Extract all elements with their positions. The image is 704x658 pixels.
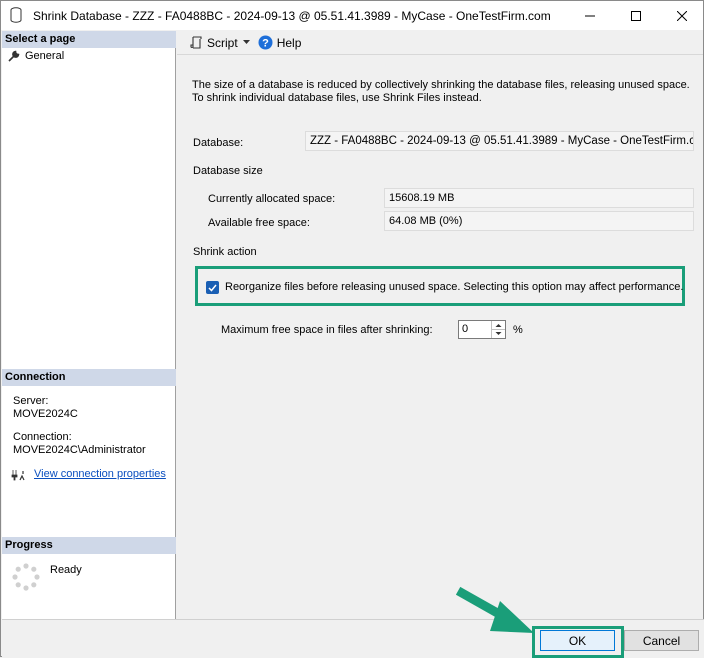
general-page-content: The size of a database is reduced by col… [177,56,703,619]
script-icon [190,36,202,49]
view-connection-properties-link[interactable]: View connection properties [34,468,166,480]
server-value: MOVE2024C [13,408,78,420]
max-free-space-label: Maximum free space in files after shrink… [221,324,433,336]
annotation-arrow-icon [455,581,546,644]
help-icon: ? [258,35,273,50]
reorganize-checkbox[interactable] [206,281,219,294]
description-text: The size of a database is reduced by col… [192,79,690,104]
svg-text:?: ? [262,38,269,50]
reorganize-label[interactable]: Reorganize files before releasing unused… [225,281,683,293]
ok-button[interactable]: OK [540,630,615,651]
shrink-action-header: Shrink action [193,246,257,258]
connection-value: MOVE2024C\Administrator [13,444,146,456]
free-space-label: Available free space: [208,217,310,229]
wrench-icon [8,50,20,62]
database-name-field[interactable]: ZZZ - FA0488BC - 2024-09-13 @ 05.51.41.3… [305,131,694,151]
connection-header: Connection [2,369,176,386]
window-title: Shrink Database - ZZZ - FA0488BC - 2024-… [33,9,551,23]
page-item-label: General [25,50,65,62]
maximize-button[interactable] [613,1,659,30]
chevron-down-icon [242,40,250,44]
database-label: Database: [193,137,244,149]
minimize-button[interactable] [567,1,613,30]
maximize-icon [631,10,641,21]
allocated-space-value: 15608.19 MB [384,188,694,208]
page-item-general[interactable]: General [8,50,64,62]
toolbar: Script ? Help [177,31,703,55]
close-button[interactable] [659,1,704,30]
title-bar: Shrink Database - ZZZ - FA0488BC - 2024-… [1,1,703,30]
max-free-space-stepper[interactable]: 0 [458,320,506,339]
free-space-value: 64.08 MB (0%) [384,211,694,231]
script-button[interactable]: Script [187,33,241,53]
stepper-buttons[interactable] [491,321,505,338]
progress-header: Progress [2,537,176,554]
cancel-button[interactable]: Cancel [624,630,699,651]
max-free-space-value: 0 [462,323,469,335]
select-page-header: Select a page [2,31,176,48]
stepper-arrows-icon [492,324,505,335]
close-icon [677,10,687,21]
progress-status: Ready [50,564,82,576]
max-free-space-unit: % [513,324,523,336]
connection-properties-icon [11,468,27,484]
database-icon [10,7,22,26]
script-label: Script [207,35,238,50]
help-label: Help [276,35,302,50]
checkmark-icon [208,284,217,292]
allocated-space-label: Currently allocated space: [208,193,336,205]
button-bar: OK Cancel [2,619,704,658]
left-pane: Select a page General Connection Server:… [2,31,176,619]
help-button[interactable]: ? Help [255,33,305,53]
progress-spinner-icon [11,562,41,595]
script-dropdown[interactable] [241,33,252,53]
shrink-database-dialog: Shrink Database - ZZZ - FA0488BC - 2024-… [0,0,704,658]
connection-label: Connection: [13,431,72,443]
server-label: Server: [13,395,49,407]
minimize-icon [585,15,595,16]
database-size-header: Database size [193,165,263,177]
